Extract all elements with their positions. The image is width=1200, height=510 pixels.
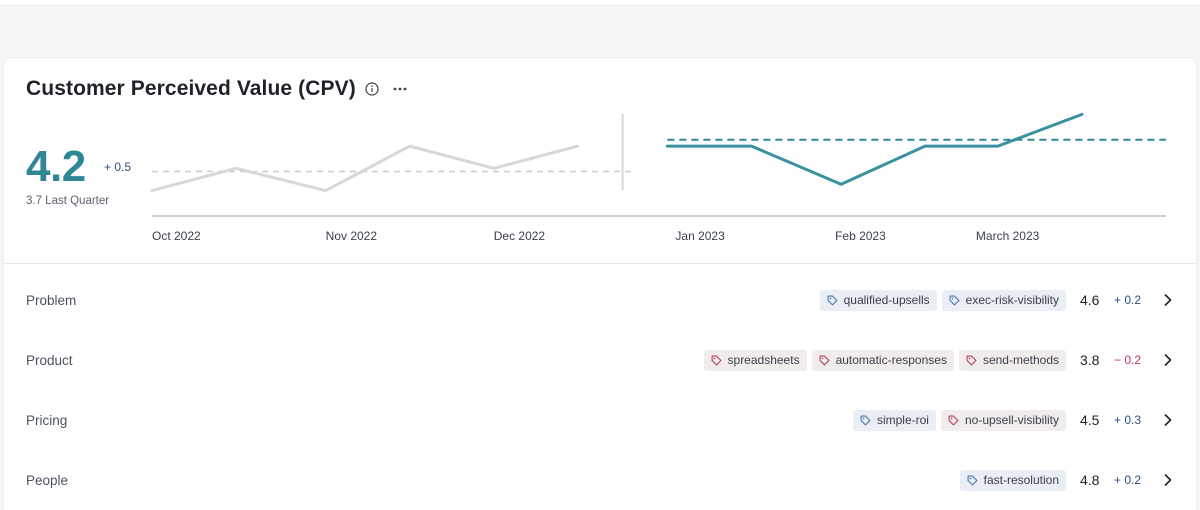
tag-list: fast-resolution <box>959 469 1066 491</box>
category-row-problem[interactable]: Problem qualified-upsells exec-risk-visibi… <box>4 270 1196 330</box>
category-delta: + 0.2 <box>1114 473 1142 487</box>
cpv-trend-chart: Oct 2022 Nov 2022 Dec 2022 Jan 2023 Feb 2023… <box>150 112 1166 243</box>
tag-list: simple-roi no-upsell-visibility <box>852 409 1066 431</box>
tag-list: spreadsheets automatic-responses send-meth… <box>703 349 1066 371</box>
tag-label: exec-risk-visibility <box>965 293 1059 307</box>
x-tick-label: Feb 2023 <box>835 229 886 243</box>
tag-list: qualified-upsells exec-risk-visibility <box>819 289 1066 311</box>
tag-icon <box>948 415 959 426</box>
tag-label: send-methods <box>982 353 1059 367</box>
category-label: Pricing <box>26 412 68 428</box>
tag-icon <box>966 355 977 366</box>
tag-icon <box>967 475 978 486</box>
category-row-product[interactable]: Product spreadsheets automatic-responses se… <box>4 330 1196 390</box>
tag-label: simple-roi <box>876 413 929 427</box>
x-tick-label: Jan 2023 <box>675 229 725 243</box>
tag-chip[interactable]: spreadsheets <box>703 349 807 371</box>
category-row-pricing[interactable]: Pricing simple-roi no-upsell-visibility 4.5… <box>4 390 1196 450</box>
category-label: Problem <box>26 292 77 308</box>
tag-label: qualified-upsells <box>843 293 930 307</box>
chevron-right-icon[interactable] <box>1162 354 1174 366</box>
tag-label: automatic-responses <box>835 353 947 367</box>
x-tick-label: Nov 2022 <box>326 229 378 243</box>
category-delta: + 0.3 <box>1114 413 1142 427</box>
tag-label: no-upsell-visibility <box>964 413 1059 427</box>
tag-chip[interactable]: qualified-upsells <box>819 289 937 311</box>
tag-icon <box>860 415 871 426</box>
x-tick-label: Oct 2022 <box>152 229 201 243</box>
category-label: People <box>26 472 69 488</box>
tag-icon <box>827 295 838 306</box>
category-score: 4.6 <box>1080 292 1100 308</box>
divider <box>4 263 1196 264</box>
tag-label: spreadsheets <box>727 353 800 367</box>
previous-quarter-line <box>150 144 580 193</box>
chevron-right-icon[interactable] <box>1162 474 1174 486</box>
category-delta: − 0.2 <box>1114 353 1142 367</box>
tag-chip[interactable]: send-methods <box>958 349 1066 371</box>
category-score: 4.5 <box>1080 412 1100 428</box>
cpv-card: Customer Perceived Value (CPV) 4.2 + 0.5… <box>4 58 1196 510</box>
top-bar <box>0 0 1200 6</box>
tag-icon <box>711 355 722 366</box>
tag-chip[interactable]: no-upsell-visibility <box>940 409 1066 431</box>
tag-chip[interactable]: simple-roi <box>852 409 936 431</box>
chevron-right-icon[interactable] <box>1162 294 1174 306</box>
category-list: Problem qualified-upsells exec-risk-visibi… <box>4 270 1196 510</box>
tag-label: fast-resolution <box>983 473 1059 487</box>
category-score: 3.8 <box>1080 352 1100 368</box>
current-quarter-line <box>665 112 1084 186</box>
tag-chip[interactable]: fast-resolution <box>959 469 1066 491</box>
x-tick-label: Dec 2022 <box>494 229 546 243</box>
tag-chip[interactable]: exec-risk-visibility <box>941 289 1066 311</box>
category-delta: + 0.2 <box>1114 293 1142 307</box>
category-label: Product <box>26 352 73 368</box>
tag-chip[interactable]: automatic-responses <box>811 349 954 371</box>
tag-icon <box>949 295 960 306</box>
category-row-people[interactable]: People fast-resolution 4.8 + 0.2 <box>4 450 1196 510</box>
category-score: 4.8 <box>1080 472 1100 488</box>
tag-icon <box>819 355 830 366</box>
chevron-right-icon[interactable] <box>1162 414 1174 426</box>
x-tick-label: March 2023 <box>976 229 1040 243</box>
